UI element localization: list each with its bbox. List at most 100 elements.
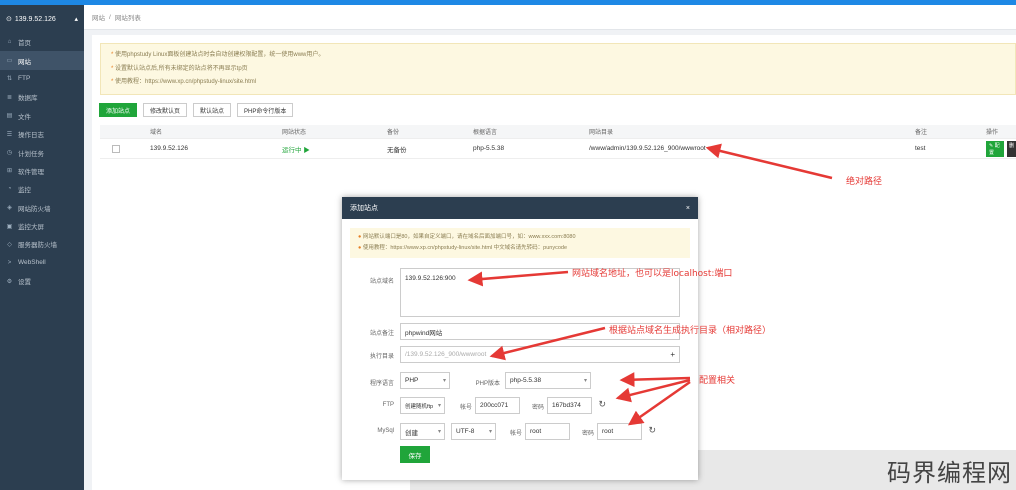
home-icon: ⌂ [7,39,12,46]
sidebar-item-13[interactable]: ⚙ 设置 [0,272,84,290]
sidebar-item-1[interactable]: ▭ 网站 [0,51,84,70]
mysql-pass-input[interactable]: root [597,423,642,440]
row-status[interactable]: 运行中 ▶ [282,144,387,154]
sidebar-item-label: 数据库 [18,95,38,103]
add-icon[interactable]: + [670,350,675,359]
header-note: 备注 [915,130,928,136]
play-icon: ▶ [303,146,310,154]
sidebar-item-label: 软件管理 [18,168,44,176]
add-site-button[interactable]: 添加站点 [99,103,138,117]
row-backup[interactable]: 无备份 [387,144,473,154]
refresh-icon[interactable]: ↻ [596,399,606,410]
sidebar-item-11[interactable]: ◇ 服务器防火墙 [0,235,84,253]
row-note[interactable]: test [915,145,986,152]
ftp-pass-input[interactable]: 167bd374 [547,397,592,414]
refresh-icon[interactable]: ↻ [646,425,656,436]
row-checkbox[interactable] [112,144,120,153]
sidebar-item-label: 设置 [18,279,31,287]
header-action: 操作 [986,130,999,136]
ftp-user-input[interactable]: 200cc071 [475,397,520,414]
ftp-label: FTP [382,402,394,408]
header-backup: 备份 [387,130,400,136]
shield-icon: ◈ [7,205,12,212]
ftp-pass-label: 密码 [531,405,544,411]
notice-line: * 使用phpstudy Linux面板创建站点时会自动创建权限配置，统一使用w… [111,52,325,58]
sidebar-item-9[interactable]: ◈ 网站防火墙 [0,199,84,217]
site-notice: * 使用phpstudy Linux面板创建站点时会自动创建权限配置，统一使用w… [100,43,1016,95]
annotation-config-hint: 配置相关 [699,376,736,386]
modal-title: 添加站点 [350,205,378,212]
sidebar-item-12[interactable]: > WebShell [0,254,84,272]
sidebar-item-6[interactable]: ◷ 计划任务 [0,143,84,161]
sidebar-item-5[interactable]: ☰ 操作日志 [0,125,84,143]
mysql-mode-select[interactable]: 创建 [400,423,445,440]
sidebar-item-7[interactable]: ⊞ 软件管理 [0,162,84,180]
config-button[interactable]: ✎ 配置 [986,140,1004,157]
modal-notice: ● 网站默认端口是80，如果自定义端口，请在域名后面加端口号，如：www.xxx… [350,228,690,258]
modal-header: 添加站点 × [342,197,698,219]
sidebar-item-label: FTP [18,75,31,83]
save-button[interactable]: 保存 [400,446,430,463]
sidebar-item-label: 操作日志 [18,132,44,140]
php-version-select[interactable]: php-5.5.38 [505,372,591,389]
sidebar-item-3[interactable]: ≣ 数据库 [0,88,84,106]
sidebar-item-8[interactable]: ◔ 监控 [0,180,84,198]
sidebar-item-label: 服务器防火墙 [18,242,57,250]
sidebar-item-label: 文件 [18,113,31,121]
delete-button[interactable]: 删 [1006,140,1016,157]
watermark-logo: 码界编程网 [887,459,1012,487]
row-lang: php-5.5.38 [473,145,505,152]
notice-line: * 使用教程：https://www.xp.cn/phpstudy-linux/… [111,79,257,85]
log-icon: ☰ [6,131,13,138]
sidebar-item-0[interactable]: ⌂ 首页 [0,33,84,51]
sidebar-item-4[interactable]: ▤ 文件 [0,107,84,125]
php-cli-button[interactable]: PHP命令行版本 [237,103,294,117]
monitor-chart-icon: ◔ [7,186,12,193]
caret-up-icon[interactable]: ▴ [74,15,78,23]
mysql-charset-select[interactable]: UTF-8 [451,423,496,440]
mysql-pass-label: 密码 [581,431,594,437]
ftp-mode-select[interactable]: 创建随机ftp [400,397,445,414]
header-status: 网站状态 [282,130,307,136]
screen-icon: ▣ [6,223,13,230]
site-toolbar: 添加站点 修改默认页 默认站点 PHP命令行版本 [99,103,294,117]
apps-icon: ⊞ [6,168,13,175]
sidebar-item-label: 首页 [18,40,31,48]
dir-input[interactable]: /139.9.52.126_900/wwwroot + [400,346,680,363]
row-dir[interactable]: /www/admin/139.9.52.126_900/wwwroot [589,145,915,152]
breadcrumb-separator: / [109,13,111,21]
sidebar-header[interactable]: ⊙ 139.9.52.126 ▴ [0,5,84,33]
header-dir: 网站目录 [589,130,614,136]
breadcrumb-root[interactable]: 网站 [92,12,105,22]
breadcrumb-current: 网站列表 [114,15,141,22]
row-domain[interactable]: 139.9.52.126 [150,145,282,152]
server-ip: 139.9.52.126 [14,15,56,23]
lang-select[interactable]: PHP [400,372,450,389]
firewall-icon: ◇ [7,241,12,248]
annotation-domain-hint: 网站域名地址，也可以是localhost:端口 [572,269,733,279]
server-icon: ⊙ [6,16,12,23]
domain-label: 站点域名 [369,279,394,285]
dir-label: 执行目录 [369,354,394,360]
monitor-icon: ▭ [6,58,13,65]
close-icon[interactable]: × [686,205,690,212]
site-table: 域名 网站状态 备份 根据语言 网站目录 备注 操作 139.9.52.126 … [100,125,1016,159]
annotation-dir-hint: 根据站点域名生成执行目录（相对路径） [609,326,772,336]
header-domain[interactable]: 域名 [150,127,282,136]
modal-notice-line: ● 使用教程：https://www.xp.cn/phpstudy-linux/… [358,245,568,251]
default-page-button[interactable]: 修改默认页 [143,103,188,117]
sidebar-item-2[interactable]: ⇅ FTP [0,70,84,88]
sidebar-item-label: 监控大屏 [18,224,44,232]
sidebar-item-10[interactable]: ▣ 监控大屏 [0,217,84,235]
sidebar-item-label: 网站 [18,58,31,66]
breadcrumb: 网站 / 网站列表 [84,5,1016,30]
ftp-user-label: 帐号 [459,405,472,411]
sidebar: ⊙ 139.9.52.126 ▴ ⌂ 首页 ▭ 网站 ⇅ FTP ≣ 数据库 ▤ 文件 ☰ 操作日志 ◷ 计… [0,5,84,490]
notice-line: * 设置默认站点后,所有未绑定的站点将不再显示tp页 [111,65,248,72]
mysql-user-input[interactable]: root [525,423,570,440]
header-lang: 根据语言 [473,130,498,136]
default-site-button[interactable]: 默认站点 [193,103,232,117]
clock-icon: ◷ [6,150,13,157]
folder-icon: ▤ [6,113,13,120]
modal-notice-line: ● 网站默认端口是80，如果自定义端口，请在域名后面加端口号，如：www.xxx… [358,234,576,240]
